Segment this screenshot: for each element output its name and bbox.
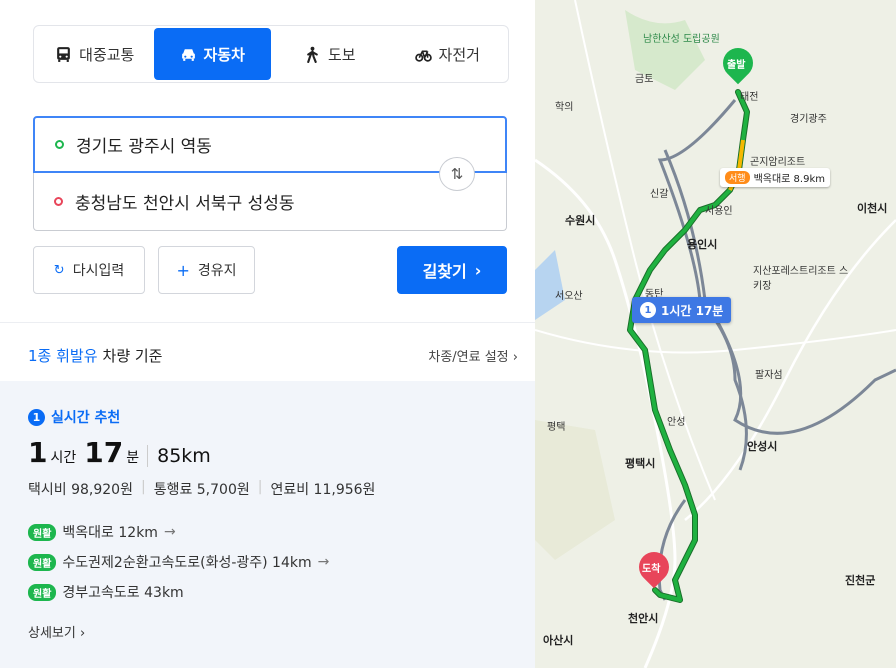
add-waypoint-button[interactable]: + 경유지 (158, 246, 255, 294)
fuel-cost: 연료비 11,956원 (270, 482, 376, 498)
map-place-label: 서오산 (555, 291, 583, 302)
road-name: 경부고속도로 43km (62, 585, 184, 601)
bus-icon (57, 46, 71, 62)
traffic-badge: 원활 (28, 553, 57, 571)
reset-label: 다시입력 (72, 263, 125, 279)
slow-tag: 서행 (725, 171, 750, 184)
plus-icon: + (176, 260, 190, 280)
destination-dot-icon (54, 197, 63, 206)
traffic-badge: 원활 (28, 583, 57, 601)
car-icon (181, 48, 195, 61)
refresh-icon: ↻ (53, 262, 65, 278)
route-rank-icon: 1 (640, 302, 656, 318)
recommend-text: 실시간 추천 (51, 410, 121, 426)
origin-dot-icon (55, 140, 64, 149)
route-panel: 대중교통 자동차 도보 자전거 경기도 광주시 역동 충청남도 천안시 서북구 … (0, 0, 535, 668)
vehicle-basis: 1종 휘발유 차량 기준 차종/연료 설정 › (28, 340, 518, 370)
route-result-card[interactable]: 1 실시간 추천 1 시간 17 분 85km 택시비 98,920원 | 통행… (0, 381, 535, 668)
road-name: 수도권제2순환고속도로(화성-광주) 14km (62, 555, 312, 571)
bike-icon (414, 50, 432, 62)
map-place-label: 이천시 (857, 202, 888, 215)
transport-mode-tabs: 대중교통 자동차 도보 자전거 (33, 25, 509, 83)
minutes-value: 17 (84, 436, 124, 469)
swap-button[interactable]: ⇅ (439, 157, 475, 191)
map-place-label: 태전 (740, 92, 759, 103)
tab-label: 도보 (327, 45, 356, 64)
route-inputs: 경기도 광주시 역동 충청남도 천안시 서북구 성성동 ⇅ (33, 116, 507, 231)
road-segment: 원활 백옥대로 12km → (28, 522, 176, 542)
tab-car[interactable]: 자동차 (153, 28, 271, 80)
hours-value: 1 (28, 436, 48, 469)
route-rank-icon: 1 (28, 408, 45, 426)
hours-unit: 시간 (50, 450, 77, 466)
via-label: 경유지 (197, 263, 237, 279)
toll-fee: 통행료 5,700원 (153, 482, 250, 498)
tab-label: 대중교통 (79, 45, 135, 64)
origin-input[interactable]: 경기도 광주시 역동 (33, 116, 507, 173)
route-duration-label[interactable]: 1 1시간 17분 (632, 297, 732, 323)
map-place-label: 신갈 (650, 189, 669, 200)
route-duration-text: 1시간 17분 (661, 303, 724, 318)
distance-value: 85km (147, 445, 211, 467)
arrow-right-icon: → (317, 554, 330, 570)
separator: | (257, 479, 263, 495)
map-place-label: 경기광주 (790, 114, 827, 125)
reset-button[interactable]: ↻ 다시입력 (33, 246, 145, 294)
tab-public-transit[interactable]: 대중교통 (36, 28, 154, 80)
origin-text: 경기도 광주시 역동 (76, 137, 212, 157)
map-place-label: 지산포레스트리조트 스키장 (753, 266, 849, 292)
road-info-label: 서행 백옥대로 8.9km (720, 168, 830, 187)
cost-summary: 택시비 98,920원 | 통행료 5,700원 | 연료비 11,956원 (28, 479, 375, 499)
arrow-right-icon: → (163, 524, 176, 540)
minutes-unit: 분 (126, 450, 140, 466)
destination-text: 충청남도 천안시 서북구 성성동 (75, 194, 295, 214)
road-segment: 원활 경부고속도로 43km (28, 582, 184, 602)
chevron-right-icon: › (512, 349, 518, 365)
traffic-badge: 원활 (28, 523, 57, 541)
map-place-label: 안성 (667, 417, 686, 428)
vehicle-settings-link[interactable]: 차종/연료 설정 › (428, 346, 518, 365)
chevron-right-icon: › (79, 626, 86, 641)
map-place-label: 평택 (547, 422, 566, 433)
tab-label: 자동차 (203, 45, 245, 64)
chevron-right-icon: › (474, 260, 482, 280)
map-place-label: 남한산성 도립공원 (643, 34, 720, 45)
detail-link[interactable]: 상세보기 › (28, 622, 85, 641)
travel-time: 1 시간 17 분 85km (28, 436, 211, 469)
road-name: 백옥대로 12km (62, 525, 158, 541)
map-place-label: 안성시 (747, 440, 778, 453)
map-place-label: 팔자섬 (755, 370, 783, 381)
search-route-button[interactable]: 길찾기 › (397, 246, 507, 294)
tab-walk[interactable]: 도보 (271, 28, 389, 80)
swap-arrows-icon: ⇅ (450, 165, 464, 183)
vehicle-type: 1종 휘발유 (28, 346, 98, 365)
map-place-label: 곤지암리조트 (750, 157, 806, 168)
map-place-label: 용인시 (687, 238, 718, 251)
map-place-label: 진천군 (845, 574, 876, 587)
map-place-label: 평택시 (625, 457, 656, 470)
taxi-fare: 택시비 98,920원 (28, 482, 133, 498)
route-map[interactable]: 남한산성 도립공원 수원시 용인시 이천시 지산포레스트리조트 스키장 팔자섬 … (535, 0, 896, 668)
divider (0, 322, 535, 323)
map-place-label: 금토 (635, 74, 654, 85)
tab-bike[interactable]: 자전거 (389, 28, 507, 80)
walk-icon (307, 46, 318, 63)
tab-label: 자전거 (438, 45, 480, 64)
search-label: 길찾기 (422, 262, 467, 281)
action-buttons: ↻ 다시입력 + 경유지 길찾기 › (33, 246, 507, 296)
map-place-label: 학의 (555, 102, 574, 113)
end-marker-label: 도착 (642, 564, 661, 575)
recommend-label: 1 실시간 추천 (28, 407, 120, 427)
map-place-label: 천안시 (628, 612, 659, 625)
road-info-text: 백옥대로 8.9km (753, 174, 825, 185)
destination-input[interactable]: 충청남도 천안시 서북구 성성동 (33, 173, 507, 231)
map-place-label: 수원시 (565, 214, 596, 227)
separator: | (140, 479, 146, 495)
road-segment: 원활 수도권제2순환고속도로(화성-광주) 14km → (28, 552, 329, 572)
vehicle-basis-text: 차량 기준 (102, 346, 163, 365)
map-canvas (535, 0, 896, 668)
start-marker-label: 출발 (727, 60, 746, 71)
map-place-label: 아산시 (543, 634, 574, 647)
map-place-label: 서용인 (705, 206, 733, 217)
